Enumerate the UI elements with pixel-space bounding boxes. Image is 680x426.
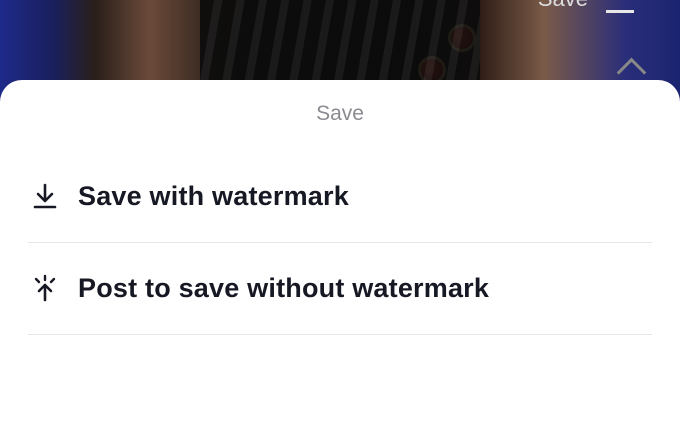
option-label: Save with watermark — [78, 180, 349, 211]
sheet-title: Save — [316, 102, 364, 125]
option-label: Post to save without watermark — [78, 272, 490, 303]
download-icon[interactable] — [606, 0, 634, 13]
post-to-save-option[interactable]: Post to save without watermark — [28, 242, 652, 335]
ornament-gem — [448, 24, 476, 52]
save-bottom-sheet: Save Save with watermark Post to save wi… — [0, 80, 680, 426]
save-with-watermark-option[interactable]: Save with watermark — [28, 150, 652, 243]
top-save-label: Save — [538, 0, 588, 12]
download-icon — [28, 179, 62, 213]
post-sparkle-icon — [28, 271, 62, 305]
